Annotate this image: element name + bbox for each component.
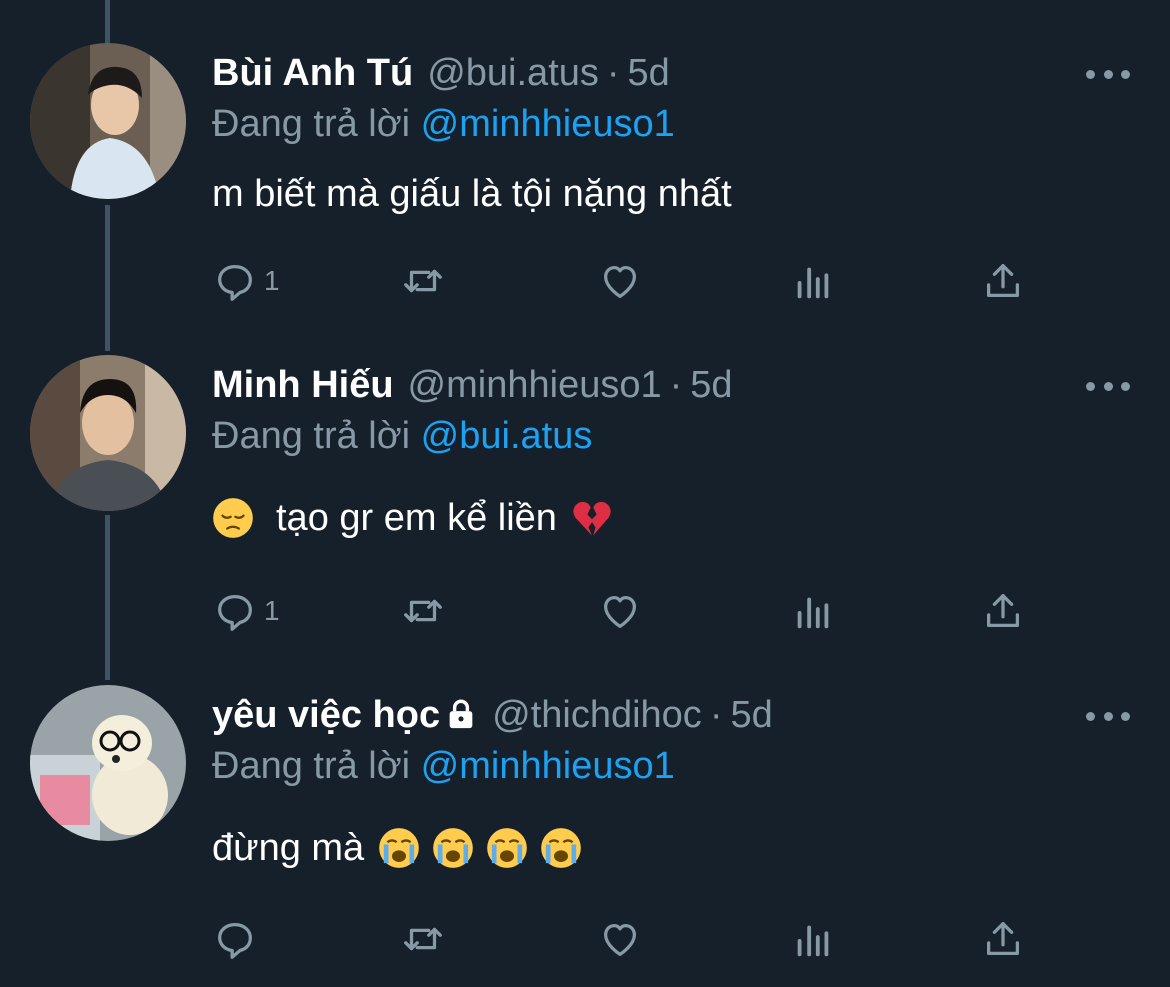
like-icon bbox=[603, 923, 637, 956]
reply-button[interactable]: 1 bbox=[212, 256, 280, 306]
separator: · bbox=[709, 694, 723, 736]
username[interactable]: @minhhieuso1 bbox=[408, 360, 662, 410]
username[interactable]: @thichdihoc bbox=[492, 690, 702, 740]
replying-to: Đang trả lời @minhhieuso1 bbox=[212, 738, 675, 794]
tweet-text-content: đừng mà bbox=[212, 827, 365, 869]
retweet-button[interactable] bbox=[400, 256, 446, 306]
like-button[interactable] bbox=[597, 256, 643, 306]
loudly-crying-face-emoji bbox=[379, 828, 420, 868]
retweet-icon bbox=[404, 599, 442, 623]
share-icon bbox=[986, 264, 1020, 298]
thread-line bbox=[105, 205, 110, 351]
share-button[interactable] bbox=[980, 914, 1026, 964]
analytics-icon bbox=[797, 925, 829, 957]
tweet-text: đừng mà bbox=[212, 820, 594, 876]
tweet-text: tạo gr em kể liền bbox=[212, 490, 625, 546]
retweet-button[interactable] bbox=[400, 914, 446, 964]
retweet-button[interactable] bbox=[400, 586, 446, 636]
timestamp[interactable]: 5d bbox=[730, 690, 772, 740]
tweet-header: Minh Hiếu @minhhieuso1 · 5d bbox=[212, 360, 733, 410]
tweet-text-content: m biết mà giấu là tội nặng nhất bbox=[212, 173, 732, 215]
avatar[interactable] bbox=[30, 355, 186, 511]
display-name[interactable]: yêu việc học bbox=[212, 690, 440, 740]
pensive-face-emoji bbox=[213, 498, 253, 538]
reply-icon bbox=[218, 594, 252, 631]
replying-to: Đang trả lời @minhhieuso1 bbox=[212, 96, 675, 152]
replying-label: Đang trả lời bbox=[212, 745, 421, 787]
loudly-crying-face-emoji bbox=[541, 828, 582, 868]
action-bar bbox=[212, 914, 1042, 964]
loudly-crying-face-emoji bbox=[487, 828, 528, 868]
thread-line bbox=[105, 0, 110, 44]
avatar[interactable] bbox=[30, 43, 186, 199]
tweet-text-content: tạo gr em kể liền bbox=[276, 497, 557, 539]
analytics-button[interactable] bbox=[790, 256, 836, 306]
like-icon bbox=[603, 595, 637, 628]
replying-label: Đang trả lời bbox=[212, 103, 421, 145]
loudly-crying-face-emoji bbox=[433, 828, 474, 868]
share-button[interactable] bbox=[980, 586, 1026, 636]
avatar[interactable] bbox=[30, 685, 186, 841]
display-name[interactable]: Bùi Anh Tú bbox=[212, 48, 413, 98]
more-icon[interactable] bbox=[1086, 64, 1130, 84]
like-icon bbox=[603, 265, 637, 298]
reply-icon bbox=[218, 922, 252, 959]
more-icon[interactable] bbox=[1086, 376, 1130, 396]
tweet-header: Bùi Anh Tú @bui.atus · 5d bbox=[212, 48, 670, 98]
analytics-button[interactable] bbox=[790, 914, 836, 964]
replying-label: Đang trả lời bbox=[212, 415, 421, 457]
tweet-header: yêu việc học @thichdihoc · 5d bbox=[212, 690, 773, 740]
mention-link[interactable]: @minhhieuso1 bbox=[421, 745, 675, 787]
like-button[interactable] bbox=[597, 586, 643, 636]
reply-count: 1 bbox=[264, 265, 280, 296]
retweet-icon bbox=[404, 269, 442, 293]
like-button[interactable] bbox=[597, 914, 643, 964]
reply-count: 1 bbox=[264, 595, 280, 626]
mention-link[interactable]: @minhhieuso1 bbox=[421, 103, 675, 145]
share-icon bbox=[986, 594, 1020, 628]
analytics-icon bbox=[797, 597, 829, 629]
retweet-icon bbox=[404, 927, 442, 951]
analytics-icon bbox=[797, 267, 829, 299]
thread-line bbox=[105, 515, 110, 680]
action-bar: 1 bbox=[212, 256, 1042, 306]
more-icon[interactable] bbox=[1086, 706, 1130, 726]
lock-icon bbox=[449, 699, 473, 729]
share-icon bbox=[986, 922, 1020, 956]
tweet-text: m biết mà giấu là tội nặng nhất bbox=[212, 166, 732, 222]
username[interactable]: @bui.atus bbox=[427, 48, 599, 98]
reply-button[interactable] bbox=[212, 914, 264, 964]
timestamp[interactable]: 5d bbox=[628, 48, 670, 98]
reply-icon bbox=[218, 264, 252, 301]
broken-heart-emoji bbox=[573, 501, 611, 536]
mention-link[interactable]: @bui.atus bbox=[421, 415, 593, 457]
separator: · bbox=[669, 364, 683, 406]
action-bar: 1 bbox=[212, 586, 1042, 636]
reply-button[interactable]: 1 bbox=[212, 586, 280, 636]
display-name[interactable]: Minh Hiếu bbox=[212, 360, 394, 410]
share-button[interactable] bbox=[980, 256, 1026, 306]
analytics-button[interactable] bbox=[790, 586, 836, 636]
replying-to: Đang trả lời @bui.atus bbox=[212, 408, 592, 464]
timestamp[interactable]: 5d bbox=[690, 360, 732, 410]
separator: · bbox=[606, 52, 620, 94]
